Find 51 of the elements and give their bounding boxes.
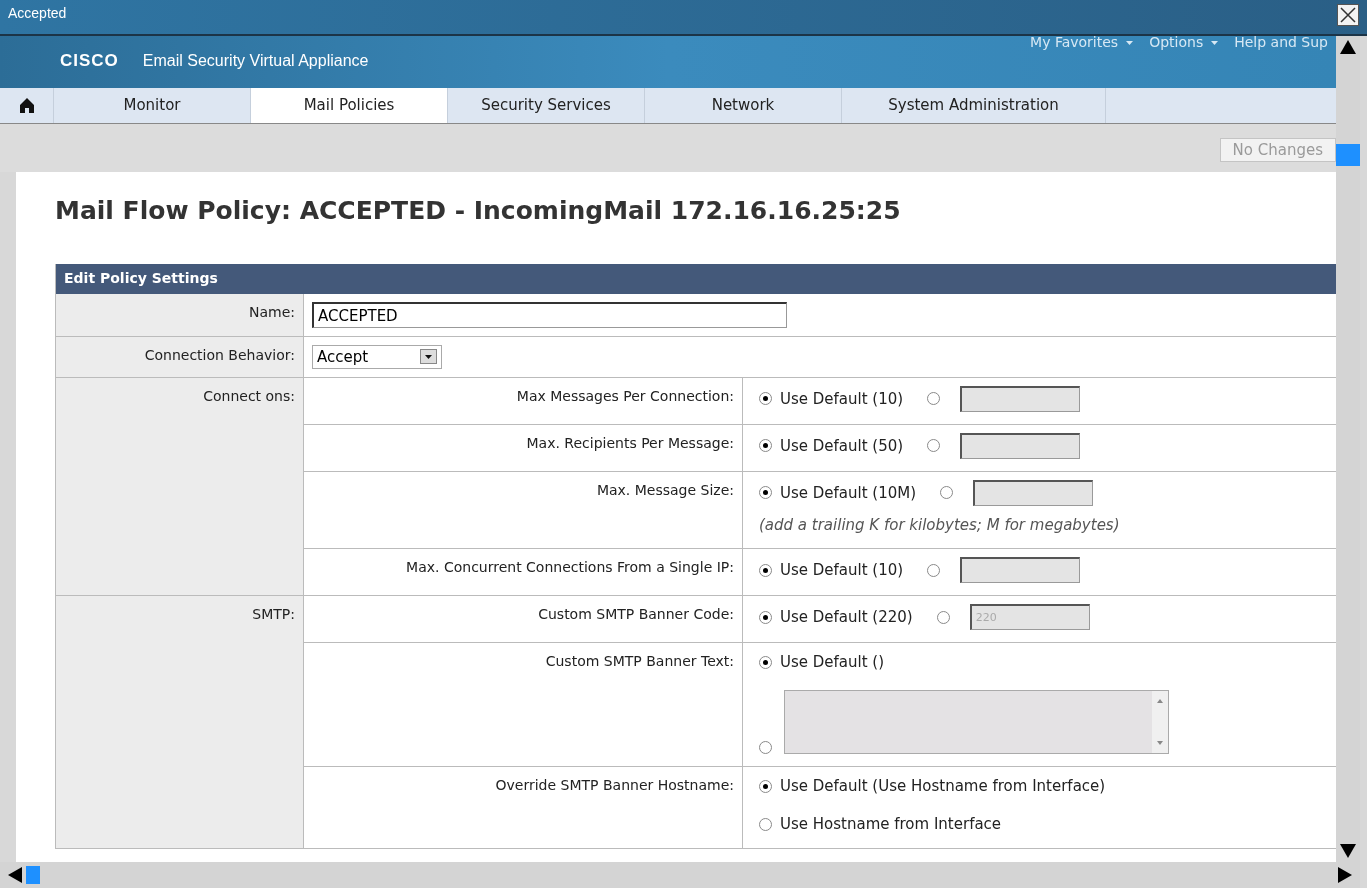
section-header: Edit Policy Settings	[56, 263, 1336, 294]
name-field[interactable]: ACCEPTED	[312, 301, 787, 328]
radio-button[interactable]	[759, 656, 772, 669]
radio-button[interactable]	[759, 779, 772, 793]
setting-label: Max. Message Size:	[596, 480, 734, 500]
scroll-thumb[interactable]	[1336, 144, 1360, 166]
home-icon	[19, 98, 34, 113]
field-label: SMTP:	[252, 605, 295, 625]
radio-button[interactable]	[759, 486, 772, 500]
option-label: Use Hostname from Interface	[780, 814, 1002, 836]
option-label: Use Default (10)	[780, 388, 904, 410]
radio-button[interactable]	[759, 818, 772, 831]
window-title: Accepted	[8, 6, 67, 20]
vertical-scrollbar[interactable]	[1336, 36, 1360, 862]
logo: CISCO	[60, 50, 119, 72]
close-button[interactable]	[1337, 4, 1359, 26]
caret-icon	[420, 349, 437, 365]
up-arrow-icon[interactable]	[1340, 40, 1356, 54]
caret-icon	[1211, 40, 1219, 45]
close-icon	[1340, 7, 1356, 23]
option-label: Use Default ()	[780, 652, 885, 674]
radio-button[interactable]	[759, 610, 772, 624]
dropdown[interactable]: Accept	[312, 344, 442, 369]
field-label: Connect ons:	[203, 386, 295, 406]
option-label: Use Default (Use Hostname from Interface)	[780, 775, 1106, 797]
hint-text: (add a trailing K for kilobytes; M for megabytes)	[759, 514, 1121, 536]
nav-tab[interactable]: Mail Policies	[251, 88, 448, 123]
scroll-thumb[interactable]	[26, 866, 40, 884]
option-label: Use Default (10M)	[780, 482, 917, 504]
caret-icon	[1126, 40, 1134, 45]
setting-label: Max. Concurrent Connections From a Single IP:	[406, 558, 734, 578]
setting-label: Custom SMTP Banner Text:	[545, 652, 734, 672]
setting-label: Override SMTP Banner Hostname:	[495, 775, 734, 795]
field-label: Connection Behavior:	[144, 345, 295, 365]
product-name: Email Security Virtual Appliance	[142, 50, 369, 71]
right-arrow-icon[interactable]	[1338, 867, 1352, 883]
left-arrow-icon[interactable]	[8, 867, 22, 883]
setting-label: Max Messages Per Connection:	[516, 386, 734, 406]
setting-label: Max. Recipients Per Message:	[526, 433, 734, 453]
option-label: Use Default (220)	[780, 607, 913, 628]
radio-button[interactable]	[759, 740, 772, 754]
setting-label: Custom SMTP Banner Code:	[538, 605, 734, 625]
radio-button[interactable]	[759, 563, 772, 577]
radio-button[interactable]	[759, 392, 772, 406]
field-label: Name:	[248, 302, 295, 322]
radio-button[interactable]	[759, 439, 772, 453]
option-label: Use Default (10)	[780, 560, 904, 581]
horizontal-scrollbar[interactable]	[0, 862, 1360, 888]
option-label: Use Default (50)	[780, 435, 904, 457]
page-title: Mail Flow Policy: ACCEPTED - IncomingMail 172.16.16.25:25	[55, 195, 902, 227]
down-arrow-icon[interactable]	[1340, 844, 1356, 858]
